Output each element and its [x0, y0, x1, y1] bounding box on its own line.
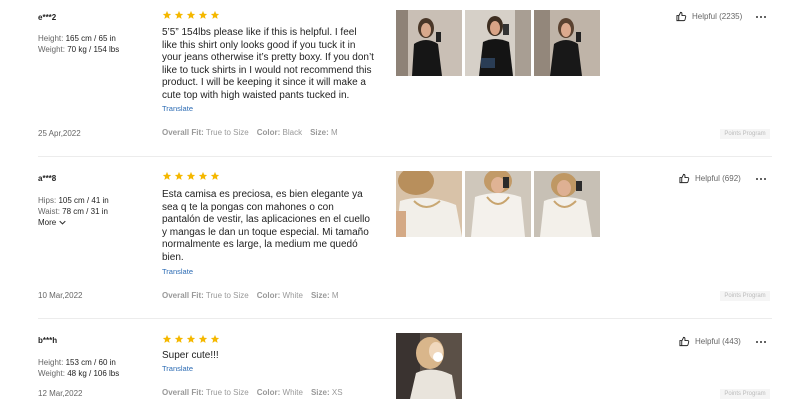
- reviewer-waist: Waist: 78 cm / 31 in: [38, 207, 108, 216]
- points-program-badge: Points Program: [720, 389, 770, 399]
- thumbs-up-icon: [676, 11, 687, 22]
- star-icon: [186, 334, 196, 343]
- review-text: Super cute!!!: [162, 350, 219, 361]
- star-icon: [186, 10, 196, 19]
- review-photo[interactable]: [534, 171, 600, 237]
- reviewer-weight: Weight: 70 kg / 154 lbs: [38, 45, 120, 54]
- points-program-badge: Points Program: [720, 129, 770, 139]
- translate-link[interactable]: Translate: [162, 267, 193, 276]
- review-attributes: Overall Fit: True to Size Color: White S…: [162, 291, 339, 300]
- translate-link[interactable]: Translate: [162, 364, 193, 373]
- rating-stars: [162, 171, 220, 181]
- helpful-count: Helpful (692): [695, 174, 741, 183]
- review-attributes: Overall Fit: True to Size Color: White S…: [162, 388, 343, 397]
- star-icon: [174, 10, 184, 19]
- review-photo[interactable]: [465, 171, 531, 237]
- reviewer-height: Height: 165 cm / 65 in: [38, 34, 116, 43]
- review-photo[interactable]: [396, 333, 462, 399]
- helpful-button[interactable]: Helpful (2235): [676, 11, 742, 22]
- reviewer-weight: Weight: 48 kg / 106 lbs: [38, 369, 120, 378]
- review-attributes: Overall Fit: True to Size Color: Black S…: [162, 128, 338, 137]
- review-date: 10 Mar,2022: [38, 291, 83, 300]
- review-text: Esta camisa es preciosa, es bien elegant…: [162, 189, 370, 263]
- star-icon: [210, 171, 220, 180]
- more-dots-icon[interactable]: [756, 178, 766, 180]
- star-icon: [198, 171, 208, 180]
- reviewer-hips: Hips: 105 cm / 41 in: [38, 196, 109, 205]
- review-photos: [396, 10, 600, 76]
- star-icon: [198, 10, 208, 19]
- reviewer-height: Height: 153 cm / 60 in: [38, 358, 116, 367]
- points-program-badge: Points Program: [720, 291, 770, 301]
- review-date: 25 Apr,2022: [38, 129, 81, 138]
- review-photo[interactable]: [396, 171, 462, 237]
- review-text: 5’5” 154lbs please like if this is helpf…: [162, 27, 374, 101]
- star-icon: [174, 171, 184, 180]
- review-photo[interactable]: [396, 10, 462, 76]
- more-dots-icon[interactable]: [756, 16, 766, 18]
- rating-stars: [162, 10, 220, 20]
- review-photos: [396, 333, 462, 399]
- thumbs-up-icon: [679, 173, 690, 184]
- chevron-down-icon: [59, 220, 66, 225]
- divider: [38, 318, 772, 319]
- more-measurements-button[interactable]: More: [38, 218, 66, 227]
- star-icon: [198, 334, 208, 343]
- divider: [38, 156, 772, 157]
- star-icon: [210, 334, 220, 343]
- star-icon: [210, 10, 220, 19]
- review-photo[interactable]: [465, 10, 531, 76]
- star-icon: [186, 171, 196, 180]
- more-dots-icon[interactable]: [756, 341, 766, 343]
- reviewer-name: e***2: [38, 13, 57, 22]
- helpful-button[interactable]: Helpful (443): [679, 336, 741, 347]
- helpful-button[interactable]: Helpful (692): [679, 173, 741, 184]
- rating-stars: [162, 334, 220, 344]
- reviewer-name: a***8: [38, 174, 57, 183]
- review-date: 12 Mar,2022: [38, 389, 83, 398]
- star-icon: [162, 10, 172, 19]
- helpful-count: Helpful (2235): [692, 12, 743, 21]
- star-icon: [162, 171, 172, 180]
- review-photo[interactable]: [534, 10, 600, 76]
- reviewer-name: b***h: [38, 336, 58, 345]
- translate-link[interactable]: Translate: [162, 104, 193, 113]
- thumbs-up-icon: [679, 336, 690, 347]
- star-icon: [162, 334, 172, 343]
- helpful-count: Helpful (443): [695, 337, 741, 346]
- star-icon: [174, 334, 184, 343]
- review-photos: [396, 171, 600, 237]
